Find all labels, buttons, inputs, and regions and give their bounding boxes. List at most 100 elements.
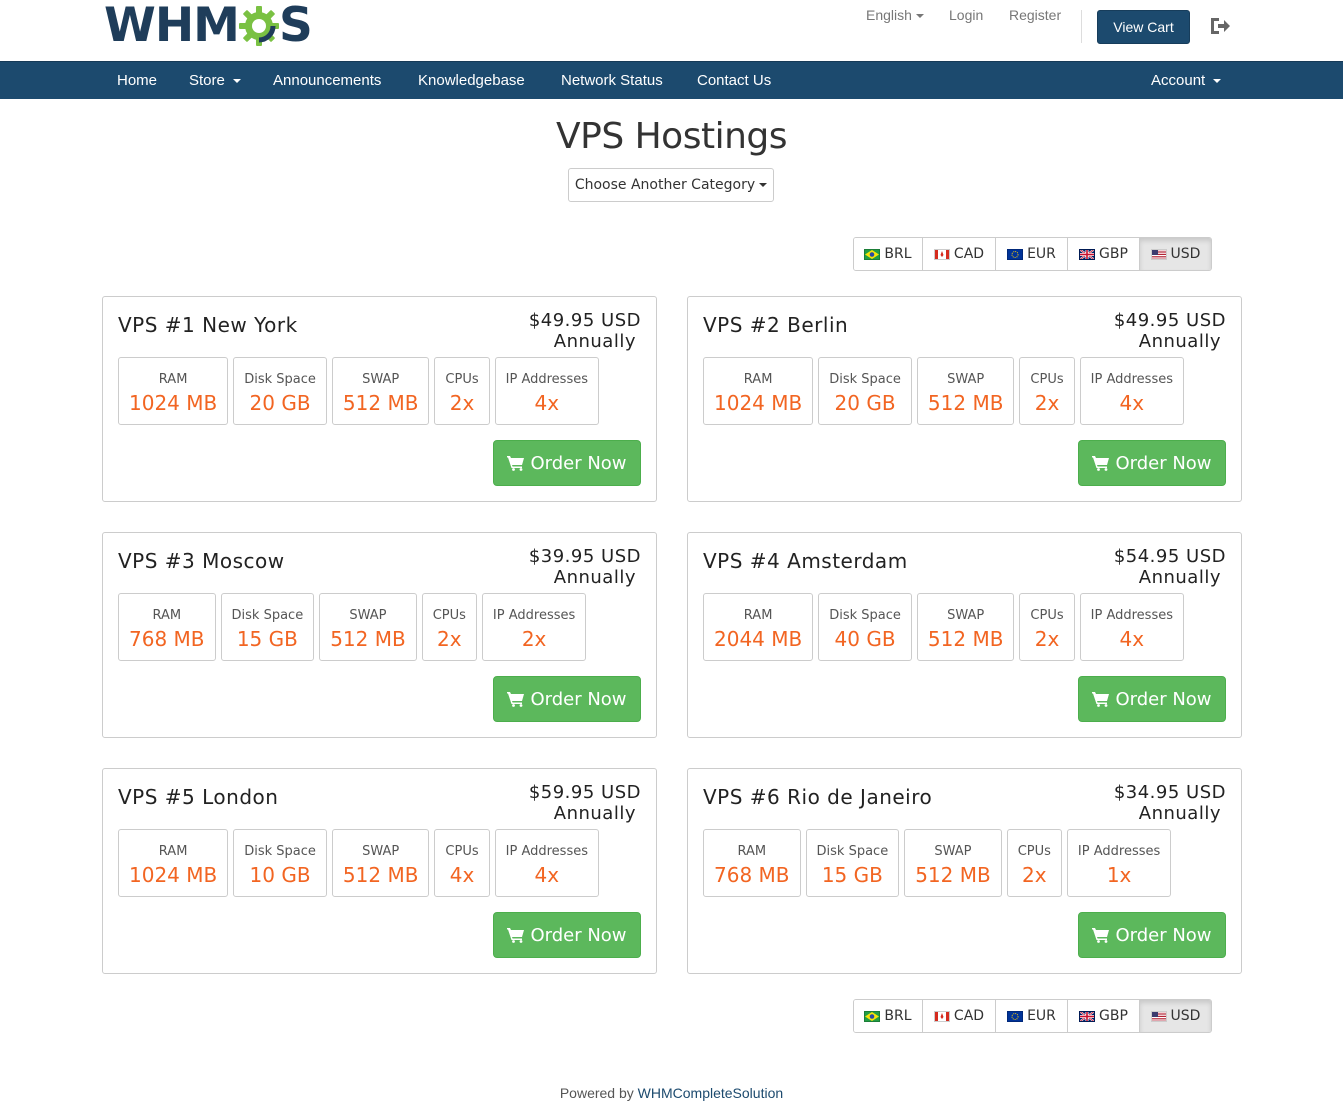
nav-store-label: Store xyxy=(189,72,225,89)
product-card: VPS #4 Amsterdam $54.95 USD Annually RAM 204… xyxy=(687,532,1242,738)
nav-network-status[interactable]: Network Status xyxy=(561,72,663,89)
view-cart-button[interactable]: View Cart xyxy=(1097,10,1190,44)
spec-value: 1024 MB xyxy=(129,391,218,415)
product-name: VPS #2 Berlin xyxy=(703,313,849,337)
shopping-cart-icon xyxy=(1092,456,1110,471)
order-now-label: Order Now xyxy=(1115,924,1212,946)
eu-flag-icon xyxy=(1007,248,1024,260)
page-title: VPS Hostings xyxy=(555,116,788,157)
nav-account-label: Account xyxy=(1151,72,1206,89)
us-flag-icon xyxy=(1150,248,1167,260)
spec-label: Disk Space xyxy=(816,844,889,859)
currency-gbp[interactable]: GBP xyxy=(1068,1000,1140,1032)
canada-flag-icon xyxy=(933,1010,950,1022)
spec-value: 512 MB xyxy=(927,391,1004,415)
nav-contact-us[interactable]: Contact Us xyxy=(697,72,771,89)
choose-category-button[interactable]: Choose Another Category xyxy=(568,168,774,202)
order-now-button[interactable]: Order Now xyxy=(1078,676,1226,722)
spec-label: IP Addresses xyxy=(505,372,588,387)
spec-label: Disk Space xyxy=(231,608,304,623)
order-now-label: Order Now xyxy=(530,924,627,946)
currency-selector-bottom: BRL CAD EUR GBP USD xyxy=(853,999,1212,1033)
order-now-label: Order Now xyxy=(1115,688,1212,710)
product-name: VPS #4 Amsterdam xyxy=(703,549,908,573)
spec-label: SWAP xyxy=(947,372,985,387)
billing-cycle: Annually xyxy=(1138,331,1221,352)
spec-value: 4x xyxy=(1119,391,1145,415)
billing-cycle: Annually xyxy=(553,803,636,824)
currency-label: BRL xyxy=(884,1008,912,1024)
spec-disk: Disk Space 10 GB xyxy=(233,829,327,897)
order-now-button[interactable]: Order Now xyxy=(1078,440,1226,486)
spec-label: Disk Space xyxy=(244,372,316,387)
currency-usd[interactable]: USD xyxy=(1140,1000,1211,1032)
currency-label: CAD xyxy=(953,1008,985,1024)
uk-flag-icon xyxy=(1079,248,1096,260)
currency-gbp[interactable]: GBP xyxy=(1068,238,1140,270)
spec-label: CPUs xyxy=(445,844,479,859)
language-dropdown[interactable]: English xyxy=(866,7,924,23)
spec-label: RAM xyxy=(743,372,773,387)
spec-label: SWAP xyxy=(362,844,400,859)
main-navbar: Home Store Announcements Knowledgebase N… xyxy=(0,61,1343,99)
spec-value: 1024 MB xyxy=(714,391,803,415)
order-now-button[interactable]: Order Now xyxy=(493,676,641,722)
product-card: VPS #2 Berlin $49.95 USD Annually RAM 1024 M… xyxy=(687,296,1242,502)
spec-ram: RAM 2044 MB xyxy=(703,593,814,661)
spec-value: 2044 MB xyxy=(714,627,803,651)
top-header: WHM S English Login Register View Cart xyxy=(0,0,1343,61)
canada-flag-icon xyxy=(933,248,950,260)
product-card: VPS #1 New York $49.95 USD Annually RAM 1024… xyxy=(102,296,657,502)
brazil-flag-icon xyxy=(864,1010,881,1022)
register-link[interactable]: Register xyxy=(1009,7,1061,23)
currency-eur[interactable]: EUR xyxy=(996,1000,1068,1032)
logout-icon[interactable] xyxy=(1209,16,1231,36)
currency-brl[interactable]: BRL xyxy=(854,1000,923,1032)
chevron-down-icon xyxy=(1213,79,1222,84)
currency-cad[interactable]: CAD xyxy=(923,1000,996,1032)
billing-cycle: Annually xyxy=(553,567,636,588)
order-now-button[interactable]: Order Now xyxy=(493,912,641,958)
spec-swap: SWAP 512 MB xyxy=(904,829,1002,897)
product-name: VPS #3 Moscow xyxy=(118,549,285,573)
currency-eur[interactable]: EUR xyxy=(996,238,1068,270)
spec-label: RAM xyxy=(158,372,188,387)
spec-value: 512 MB xyxy=(330,627,406,651)
login-link[interactable]: Login xyxy=(949,7,983,23)
spec-ip: IP Addresses 4x xyxy=(494,829,599,897)
nav-home[interactable]: Home xyxy=(117,72,157,89)
spec-label: Disk Space xyxy=(829,372,901,387)
spec-value: 40 GB xyxy=(834,627,896,651)
whmcs-logo[interactable]: WHM S xyxy=(104,2,313,50)
order-now-button[interactable]: Order Now xyxy=(1078,912,1226,958)
spec-swap: SWAP 512 MB xyxy=(331,829,430,897)
nav-store[interactable]: Store xyxy=(189,72,241,89)
billing-cycle: Annually xyxy=(1138,567,1221,588)
nav-account[interactable]: Account xyxy=(1151,72,1222,89)
currency-brl[interactable]: BRL xyxy=(854,238,923,270)
shopping-cart-icon xyxy=(507,928,525,943)
footer-link[interactable]: WHMCompleteSolution xyxy=(638,1085,784,1101)
spec-ram: RAM 768 MB xyxy=(703,829,801,897)
spec-label: IP Addresses xyxy=(505,844,588,859)
billing-cycle: Annually xyxy=(1138,803,1221,824)
nav-announcements[interactable]: Announcements xyxy=(273,72,381,89)
shopping-cart-icon xyxy=(507,692,525,707)
spec-label: IP Addresses xyxy=(1090,608,1173,623)
currency-label: BRL xyxy=(884,246,912,262)
spec-label: Disk Space xyxy=(829,608,901,623)
shopping-cart-icon xyxy=(507,456,525,471)
currency-usd[interactable]: USD xyxy=(1140,238,1211,270)
product-price: $39.95 USD xyxy=(528,546,641,567)
spec-label: CPUs xyxy=(1017,844,1051,859)
spec-label: RAM xyxy=(158,844,188,859)
order-now-button[interactable]: Order Now xyxy=(493,440,641,486)
order-now-label: Order Now xyxy=(1115,452,1212,474)
footer: Powered by WHMCompleteSolution xyxy=(0,1085,1343,1101)
shopping-cart-icon xyxy=(1092,692,1110,707)
spec-label: SWAP xyxy=(349,608,387,623)
spec-label: SWAP xyxy=(362,372,400,387)
nav-knowledgebase[interactable]: Knowledgebase xyxy=(418,72,525,89)
spec-cpus: CPUs 2x xyxy=(421,593,477,661)
currency-cad[interactable]: CAD xyxy=(923,238,996,270)
